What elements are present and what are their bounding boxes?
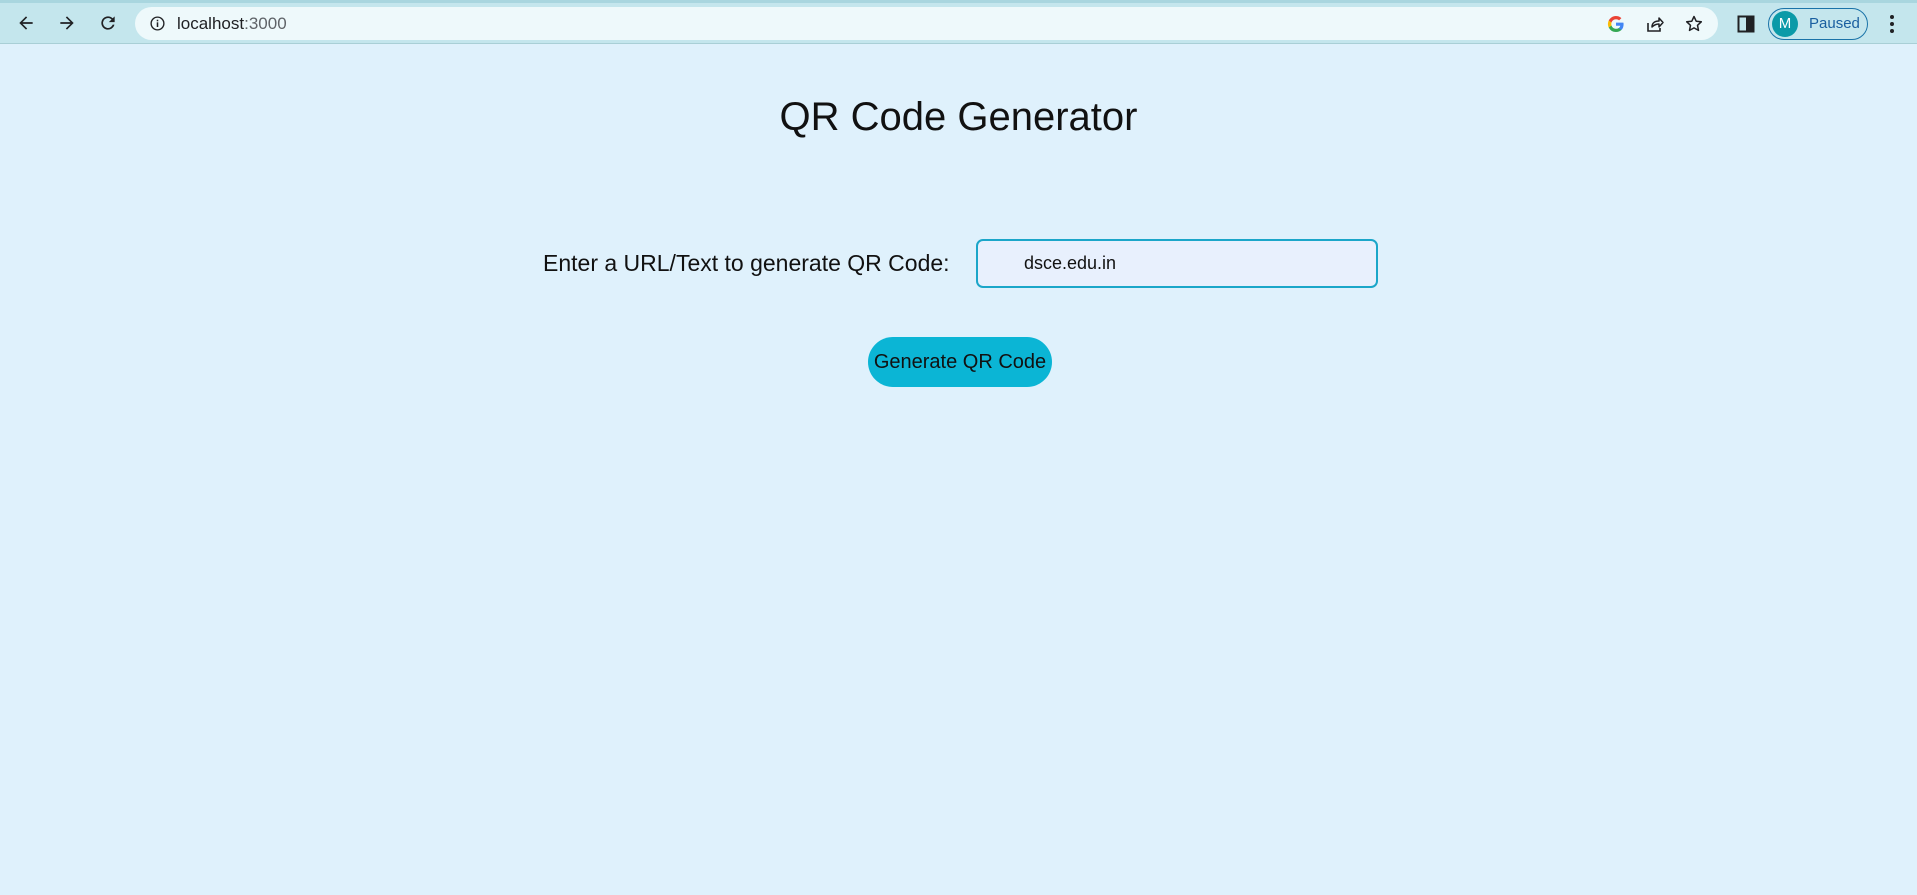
- browser-toolbar: localhost:3000 M Paused: [0, 0, 1917, 44]
- page-title: QR Code Generator: [779, 95, 1138, 139]
- generate-qr-button[interactable]: Generate QR Code: [868, 337, 1052, 387]
- url-text-input[interactable]: [976, 239, 1378, 288]
- avatar: M: [1772, 11, 1798, 37]
- forward-arrow-icon: [60, 16, 74, 30]
- back-button[interactable]: [10, 7, 42, 39]
- side-panel-icon[interactable]: [1736, 14, 1756, 34]
- google-icon[interactable]: [1606, 14, 1626, 34]
- reload-button[interactable]: [92, 7, 124, 39]
- profile-button[interactable]: M Paused: [1768, 8, 1868, 40]
- url-port: :3000: [244, 14, 287, 33]
- forward-button[interactable]: [51, 7, 83, 39]
- input-label: Enter a URL/Text to generate QR Code:: [543, 250, 950, 276]
- profile-status: Paused: [1809, 15, 1860, 32]
- reload-icon: [101, 16, 115, 30]
- address-bar[interactable]: localhost:3000: [135, 7, 1718, 40]
- url-host: localhost: [177, 14, 245, 33]
- star-icon[interactable]: [1684, 14, 1704, 34]
- info-icon[interactable]: [149, 15, 166, 32]
- kebab-menu-icon[interactable]: [1884, 12, 1900, 36]
- url-text[interactable]: localhost:3000: [177, 14, 287, 34]
- share-icon[interactable]: [1645, 14, 1665, 34]
- back-arrow-icon: [19, 16, 33, 30]
